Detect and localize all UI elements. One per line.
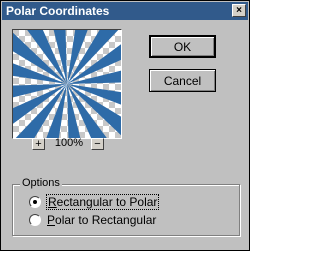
dialog-title: Polar Coordinates (6, 4, 110, 18)
polar-to-rectangular-label[interactable]: Polar to Rectangular (47, 213, 156, 227)
ok-button[interactable]: OK (149, 35, 216, 58)
polar-to-rectangular-radio[interactable] (29, 214, 41, 226)
label-rest: ectangular to Polar (56, 195, 158, 209)
mnemonic-p: P (47, 213, 56, 227)
label-rest: olar to Rectangular (55, 213, 157, 227)
zoom-level: 100% (54, 137, 84, 149)
mnemonic-r: R (48, 195, 57, 209)
rectangular-to-polar-option[interactable]: Rectangular to Polar (29, 194, 160, 210)
close-button[interactable]: × (232, 4, 246, 17)
close-icon: × (236, 4, 242, 16)
minus-icon: − (94, 138, 101, 150)
preview-image (13, 30, 121, 138)
cancel-button[interactable]: Cancel (149, 69, 216, 92)
rectangular-to-polar-radio[interactable] (29, 196, 41, 208)
polar-coordinates-dialog: Polar Coordinates × + 100% − OK Cancel O… (0, 0, 250, 251)
plus-icon: + (35, 138, 42, 150)
title-bar[interactable]: Polar Coordinates × (2, 2, 248, 20)
zoom-out-button[interactable]: − (91, 138, 104, 150)
preview-pane[interactable] (12, 29, 122, 139)
polar-to-rectangular-option[interactable]: Polar to Rectangular (29, 213, 156, 227)
rectangular-to-polar-label[interactable]: Rectangular to Polar (45, 194, 160, 210)
zoom-in-button[interactable]: + (32, 138, 45, 150)
options-groupbox (12, 184, 240, 236)
options-group-label: Options (20, 177, 62, 189)
